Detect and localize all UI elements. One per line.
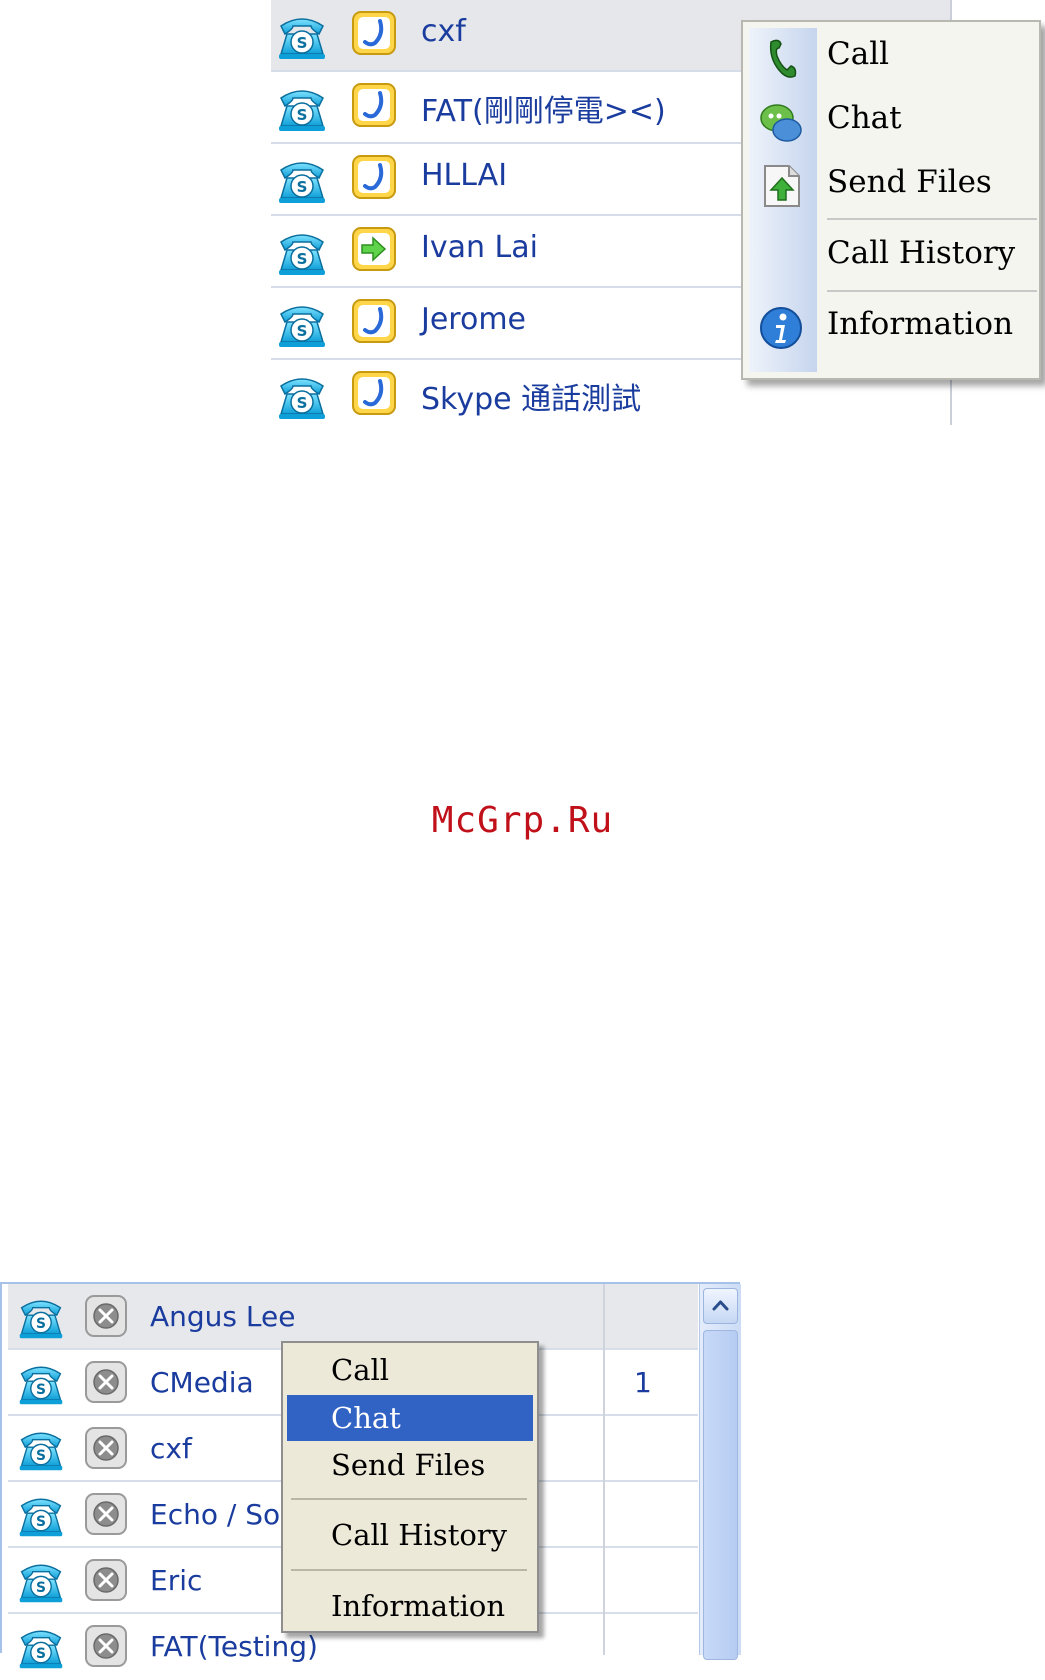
- skype-phone-icon: [275, 10, 329, 62]
- call-handset-icon: [769, 39, 797, 78]
- skype-phone-icon: [275, 154, 329, 206]
- menu-item-send-files[interactable]: Send Files: [827, 164, 992, 200]
- contact-name: Jerome: [421, 302, 527, 337]
- online-phone-status-icon: [351, 298, 397, 344]
- menu-item-call[interactable]: Call: [287, 1347, 533, 1393]
- skype-phone-icon: [275, 226, 329, 278]
- online-phone-status-icon: [351, 10, 397, 56]
- chat-bubbles-icon: [760, 104, 802, 142]
- contact-name: cxf: [150, 1432, 192, 1465]
- bottom-context-menu: Call Chat Send Files Call History Inform…: [281, 1341, 539, 1633]
- information-icon: [760, 307, 802, 349]
- skype-phone-icon: [16, 1424, 66, 1474]
- menu-separator: [291, 1569, 527, 1571]
- contact-count: 1: [634, 1366, 652, 1399]
- menu-item-information[interactable]: Information: [287, 1583, 533, 1629]
- contact-name: Ivan Lai: [421, 230, 538, 265]
- contact-name: Angus Lee: [150, 1300, 296, 1333]
- skype-phone-icon: [16, 1490, 66, 1540]
- skype-phone-icon: [16, 1556, 66, 1606]
- contact-name: Skype 通話測試: [421, 382, 642, 417]
- offline-status-icon: [84, 1624, 128, 1668]
- top-context-menu: Call Chat Send Files Call History Inform…: [741, 20, 1041, 380]
- offline-status-icon: [84, 1294, 128, 1338]
- menu-item-information[interactable]: Information: [827, 306, 1013, 342]
- contact-name: Echo / Sou: [150, 1498, 298, 1531]
- offline-status-icon: [84, 1558, 128, 1602]
- menu-item-call[interactable]: Call: [827, 36, 889, 72]
- offline-status-icon: [84, 1426, 128, 1470]
- contact-name: FAT(剛剛停電><): [421, 94, 666, 129]
- contact-name: cxf: [421, 14, 466, 49]
- menu-item-send-files[interactable]: Send Files: [287, 1442, 533, 1488]
- forward-arrow-status-icon: [351, 226, 397, 272]
- contact-name: CMedia: [150, 1366, 254, 1399]
- contact-name: FAT(Testing): [150, 1630, 318, 1663]
- menu-separator: [291, 1498, 527, 1500]
- scroll-thumb[interactable]: [703, 1330, 738, 1660]
- menu-separator: [827, 290, 1037, 292]
- watermark-text: McGrp.Ru: [431, 800, 614, 841]
- menu-separator: [827, 218, 1037, 220]
- offline-status-icon: [84, 1492, 128, 1536]
- skype-phone-icon: [275, 370, 329, 422]
- offline-status-icon: [84, 1360, 128, 1404]
- vertical-scrollbar[interactable]: [699, 1284, 741, 1660]
- online-phone-status-icon: [351, 154, 397, 200]
- column-divider: [603, 1284, 605, 1655]
- menu-item-call-history[interactable]: Call History: [287, 1512, 533, 1558]
- scroll-up-button[interactable]: [703, 1288, 738, 1324]
- chevron-up-icon: [712, 1300, 729, 1311]
- skype-phone-icon: [275, 298, 329, 350]
- menu-item-chat-highlighted[interactable]: Chat: [287, 1395, 533, 1441]
- online-phone-status-icon: [351, 370, 397, 416]
- online-phone-status-icon: [351, 82, 397, 128]
- menu-item-chat[interactable]: Chat: [827, 100, 902, 136]
- skype-phone-icon: [16, 1622, 66, 1672]
- skype-phone-icon: [16, 1292, 66, 1342]
- contact-name: Eric: [150, 1564, 203, 1597]
- skype-phone-icon: [16, 1358, 66, 1408]
- send-file-icon: [764, 165, 800, 207]
- contact-name: HLLAI: [421, 158, 508, 193]
- skype-phone-icon: [275, 82, 329, 134]
- menu-item-call-history[interactable]: Call History: [827, 235, 1015, 271]
